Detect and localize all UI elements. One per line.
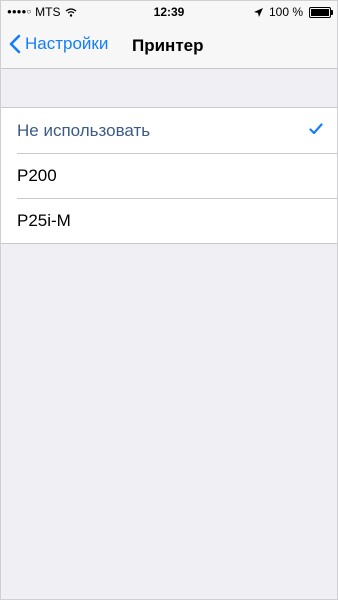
status-bar: ●●●●○ MTS 12:39 100 % [1, 1, 337, 23]
list-item-none[interactable]: Не использовать [1, 108, 337, 153]
checkmark-icon [309, 123, 323, 135]
navigation-bar: Настройки Принтер [1, 23, 337, 69]
status-right: 100 % [253, 5, 333, 19]
page-title: Принтер [132, 36, 204, 55]
back-label: Настройки [25, 34, 109, 53]
list-item-label: P25i-M [17, 210, 71, 230]
list-item-p200[interactable]: P200 [1, 153, 337, 198]
back-chevron-icon [9, 34, 21, 54]
list-item-p25i-m[interactable]: P25i-M [1, 198, 337, 243]
list-item-label: P200 [17, 165, 57, 185]
location-arrow-icon [253, 7, 263, 17]
screen: ●●●●○ MTS 12:39 100 % Настройки Принтер [0, 0, 338, 600]
printer-list: Не использовать P200 P25i-M [1, 107, 337, 244]
list-item-label: Не использовать [17, 120, 151, 140]
back-button[interactable]: Настройки [9, 34, 108, 54]
battery-icon [309, 6, 333, 18]
battery-percent: 100 % [268, 5, 303, 19]
